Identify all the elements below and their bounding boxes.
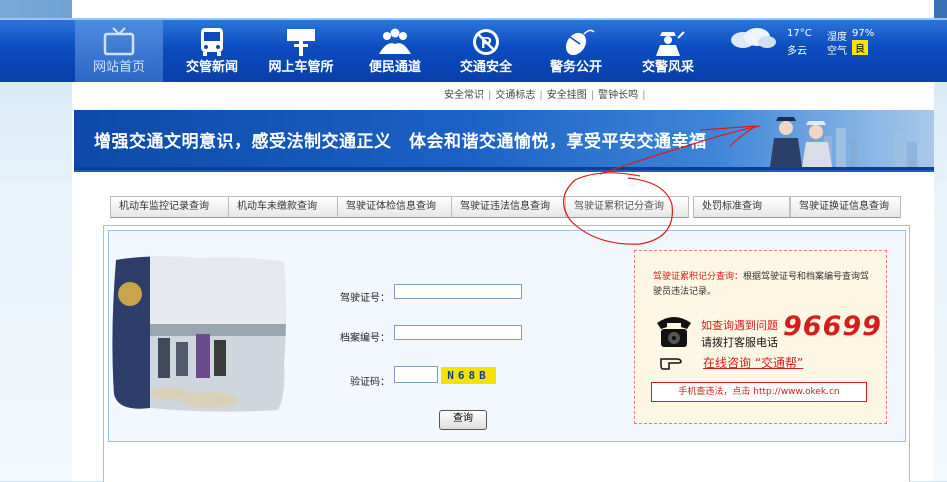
air-label: 空气	[827, 46, 847, 57]
nav-label: 警务公开	[549, 60, 602, 75]
captcha-input[interactable]	[394, 366, 438, 383]
captcha-label: 验证码：	[350, 377, 390, 388]
info-title: 驾驶证累积记分查询：	[653, 272, 744, 282]
tab-license-renewal[interactable]: 驾驶证换证信息查询	[790, 196, 901, 218]
tab-vehicle-monitoring[interactable]: 机动车监控记录查询	[110, 196, 230, 218]
tab-penalty-standard[interactable]: 处罚标准查询	[693, 196, 790, 218]
nav-item-safety[interactable]: P 交通安全	[449, 20, 523, 82]
cloud-icon	[731, 28, 776, 48]
nav-label: 交管新闻	[185, 60, 238, 75]
bus-icon	[201, 28, 223, 56]
air-quality-badge: 良	[852, 40, 868, 55]
nav-item-police-info[interactable]: 警务公开	[538, 20, 614, 82]
help-info-box: 驾驶证累积记分查询：根据驾驶证号和档案编号查询驾驶员违法记录。 如查询遇到问题 …	[634, 250, 887, 424]
people-icon	[379, 28, 411, 54]
nav-item-vehicle-office[interactable]: 网上车管所	[262, 20, 340, 82]
subnav-traffic-signs[interactable]: 交通标志	[491, 90, 539, 101]
license-number-label: 驾驶证号：	[340, 293, 390, 304]
query-submit-button[interactable]: 查询	[439, 410, 487, 430]
no-parking-icon: P	[473, 29, 499, 55]
nav-item-convenience[interactable]: 便民通道	[358, 20, 432, 82]
nav-item-news[interactable]: 交管新闻	[175, 20, 249, 82]
info-description: 驾驶证累积记分查询：根据驾驶证号和档案编号查询驾驶员违法记录。	[653, 270, 873, 300]
banner-slogan: 增强交通文明意识，感受法制交通正义 体会和谐交通愉悦，享受平安交通幸福	[94, 132, 707, 152]
nav-label: 交警风采	[641, 60, 694, 75]
query-tabs: 机动车监控记录查询 机动车未缴款查询 驾驶证体检信息查询 驾驶证违法信息查询 驾…	[110, 196, 901, 218]
weather-condition: 多云	[787, 46, 807, 57]
license-number-input[interactable]	[394, 284, 522, 299]
tv-icon	[103, 27, 135, 56]
subnav-separator: |	[642, 90, 646, 101]
humidity-value: 97%	[852, 28, 875, 39]
tab-license-violation[interactable]: 驾驶证违法信息查询	[451, 196, 573, 218]
file-number-label: 档案编号：	[340, 333, 390, 344]
nav-item-style[interactable]: 交警风采	[630, 20, 706, 82]
nav-label: 便民通道	[368, 60, 421, 75]
sub-navigation: 安全常识 | 交通标志 | 安全挂图 | 警钟长鸣 |	[440, 86, 646, 101]
subnav-safety-tips[interactable]: 安全常识	[440, 90, 488, 101]
nav-label: 网站首页	[92, 60, 145, 75]
file-number-input[interactable]	[394, 325, 522, 340]
mouse-icon	[565, 29, 595, 56]
officer-icon	[656, 31, 685, 56]
nav-label: 交通安全	[459, 60, 512, 75]
pointing-hand-icon	[660, 358, 682, 370]
slogan-banner: 增强交通文明意识，感受法制交通正义 体会和谐交通愉悦，享受平安交通幸福	[74, 110, 934, 170]
mobile-query-link[interactable]: 手机查违法，点击 http://www.okek.cn	[651, 382, 867, 402]
humidity-label: 湿度	[827, 32, 847, 43]
nav-label: 网上车管所	[268, 60, 334, 75]
help-call-text: 请拨打客服电话	[701, 336, 778, 349]
service-hall-photo	[112, 256, 287, 412]
telephone-icon	[657, 317, 691, 347]
online-consult-link[interactable]: 在线咨询 “交通帮”	[703, 354, 803, 371]
banner-divider	[74, 170, 934, 172]
hotline-number: 96699	[783, 311, 882, 342]
weather-temperature: 17°C	[787, 28, 812, 39]
subnav-safety-posters[interactable]: 安全挂图	[543, 90, 591, 101]
help-question: 如查询遇到问题	[701, 319, 778, 332]
subnav-warning-bell[interactable]: 警钟长鸣	[594, 90, 642, 101]
tab-license-medical[interactable]: 驾驶证体检信息查询	[337, 196, 461, 218]
tab-license-points[interactable]: 驾驶证累积记分查询	[565, 196, 689, 218]
sign-icon	[287, 29, 315, 56]
skyline-officers-image	[770, 117, 928, 167]
tab-vehicle-unpaid[interactable]: 机动车未缴款查询	[228, 196, 339, 218]
nav-item-home[interactable]: 网站首页	[75, 20, 163, 82]
weather-widget: 17°C 多云 湿度 97% 空气 良	[727, 22, 887, 62]
captcha-image[interactable]: N68B	[441, 367, 496, 384]
